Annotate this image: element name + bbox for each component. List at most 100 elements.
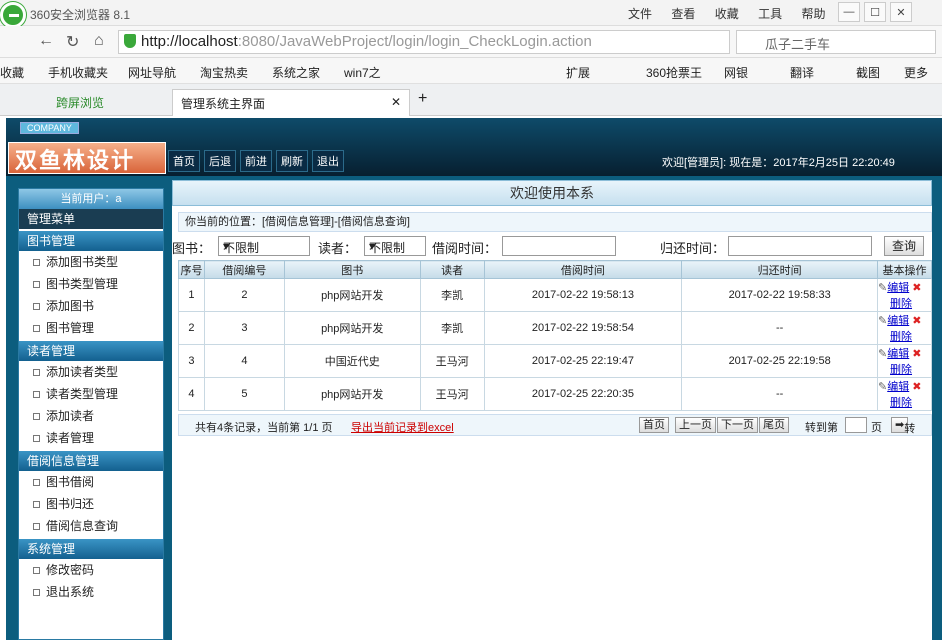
menu-help[interactable]: 帮助 [801,7,825,21]
bookmark-taobao[interactable]: 淘宝热卖 [200,64,248,81]
delete-link[interactable]: 删除 [890,364,912,376]
col-return-time: 归还时间 [681,260,879,279]
nav-forward[interactable]: 前进 [240,150,272,172]
toolbar-more[interactable]: 更多 [904,64,928,81]
bookmark-mobile[interactable]: 手机收藏夹 [48,64,108,81]
delete-link[interactable]: 删除 [890,298,912,310]
nav-back[interactable]: 后退 [204,150,236,172]
sidebar-item-change-password[interactable]: 修改密码 [19,559,163,581]
new-tab-icon[interactable]: + [418,90,427,108]
back-icon[interactable]: ← [38,32,54,50]
col-book: 图书 [283,260,421,279]
col-reader: 读者 [419,260,485,279]
current-user: 当前用户：a [19,189,163,209]
sidebar-item-book-type-mgmt[interactable]: 图书类型管理 [19,273,163,295]
pencil-icon: ✎ [878,348,888,360]
delete-x-icon[interactable]: ✖ [912,381,921,393]
bookmark-nav[interactable]: 网址导航 [128,64,176,81]
bookmark-system[interactable]: 系统之家 [272,64,320,81]
sidebar-item-add-book[interactable]: 添加图书 [19,295,163,317]
delete-x-icon[interactable]: ✖ [912,348,921,360]
cell-borrow-time: 2017-02-22 19:58:54 [483,311,683,345]
cell-borrow-id: 3 [203,311,285,345]
cell-ops: ✎编辑 ✖ 删除 [877,278,932,312]
bookmark-win7[interactable]: win7之 [344,64,381,81]
toolbar-tickets[interactable]: 360抢票王 [646,64,702,81]
delete-link[interactable]: 删除 [890,331,912,343]
sidebar-item-return[interactable]: 图书归还 [19,493,163,515]
tab-main[interactable]: 管理系统主界面 ✕ [172,89,410,116]
sidebar-item-add-reader[interactable]: 添加读者 [19,405,163,427]
brand-logo: 双鱼林设计 [8,142,166,174]
nav-home[interactable]: 首页 [168,150,200,172]
nav-logout[interactable]: 退出 [312,150,344,172]
borrow-table: 序号 借阅编号 图书 读者 借阅时间 归还时间 基本操作 1 2 php网站开发 李凯… [178,260,932,411]
borrow-time-input[interactable] [502,236,616,256]
cell-book: 中国近代史 [283,344,421,378]
minimize-icon[interactable]: — [838,2,860,22]
next-page-button[interactable]: 下一页 [717,417,758,433]
menu-file[interactable]: 文件 [628,7,652,21]
toolbar-bank[interactable]: 网银 [724,64,748,81]
group-books[interactable]: 图书管理 [19,231,163,251]
delete-x-icon[interactable]: ✖ [912,282,921,294]
menu-tools[interactable]: 工具 [758,7,782,21]
company-badge: COMPANY [20,122,79,134]
tab-cross-screen[interactable]: 跨屏浏览 [48,89,112,116]
group-system[interactable]: 系统管理 [19,539,163,559]
query-button[interactable]: 查询 [884,236,924,256]
bookmark-favorites[interactable]: 收藏 [0,64,24,81]
home-icon[interactable]: ⌂ [94,32,104,50]
col-borrow-time: 借阅时间 [483,260,683,279]
search-input[interactable]: 瓜子二手车 [736,30,936,54]
refresh-icon[interactable]: ↻ [66,32,79,52]
first-page-button[interactable]: 首页 [639,417,669,433]
goto-button[interactable]: ➡ 转 [891,417,915,435]
edit-link[interactable]: 编辑 [887,381,909,393]
cell-book: php网站开发 [283,278,421,312]
export-excel-link[interactable]: 导出当前记录到excel [351,419,454,435]
toolbar-translate[interactable]: 翻译 [790,64,814,81]
edit-link[interactable]: 编辑 [887,348,909,360]
address-bar: ← ↻ ⌂ http://localhost:8080/JavaWebProje… [0,26,942,58]
maximize-icon[interactable]: ☐ [864,2,886,22]
nav-refresh[interactable]: 刷新 [276,150,308,172]
sidebar-item-book-mgmt[interactable]: 图书管理 [19,317,163,339]
tab-close-icon[interactable]: ✕ [391,95,401,109]
prev-page-button[interactable]: 上一页 [675,417,716,433]
cell-borrow-id: 2 [203,278,285,312]
cell-ops: ✎编辑 ✖ 删除 [877,377,932,411]
cell-book: php网站开发 [283,377,421,411]
sidebar-item-exit[interactable]: 退出系统 [19,581,163,603]
goto-page-input[interactable] [845,417,867,433]
edit-link[interactable]: 编辑 [887,282,909,294]
bookmarks-bar: 收藏 手机收藏夹 网址导航 淘宝热卖 系统之家 win7之 扩展 360抢票王 … [0,58,942,84]
menu-favorites[interactable]: 收藏 [715,7,739,21]
return-time-input[interactable] [728,236,872,256]
edit-link[interactable]: 编辑 [887,315,909,327]
reader-filter-select[interactable]: 不限制 ▾ [364,236,426,256]
cell-reader: 李凯 [419,311,485,345]
cell-index: 2 [178,311,205,345]
toolbar-extensions[interactable]: 扩展 [566,64,590,81]
book-filter-select[interactable]: 不限制 ▾ [218,236,310,256]
url-input[interactable]: http://localhost:8080/JavaWebProject/log… [118,30,730,54]
sidebar-item-borrow-query[interactable]: 借阅信息查询 [19,515,163,537]
sidebar-item-borrow[interactable]: 图书借阅 [19,471,163,493]
book-filter-label: 图书： [172,241,212,256]
group-borrow[interactable]: 借阅信息管理 [19,451,163,471]
toolbar-screenshot[interactable]: 截图 [856,64,880,81]
sidebar-item-add-book-type[interactable]: 添加图书类型 [19,251,163,273]
group-readers[interactable]: 读者管理 [19,341,163,361]
shield-icon [124,34,136,48]
menu-title: 管理菜单 [19,209,163,229]
menu-view[interactable]: 查看 [671,7,695,21]
delete-x-icon[interactable]: ✖ [912,315,921,327]
close-icon[interactable]: ✕ [890,2,912,22]
delete-link[interactable]: 删除 [890,397,912,409]
sidebar-item-reader-type-mgmt[interactable]: 读者类型管理 [19,383,163,405]
pencil-icon: ✎ [878,381,888,393]
last-page-button[interactable]: 尾页 [759,417,789,433]
sidebar-item-add-reader-type[interactable]: 添加读者类型 [19,361,163,383]
sidebar-item-reader-mgmt[interactable]: 读者管理 [19,427,163,449]
